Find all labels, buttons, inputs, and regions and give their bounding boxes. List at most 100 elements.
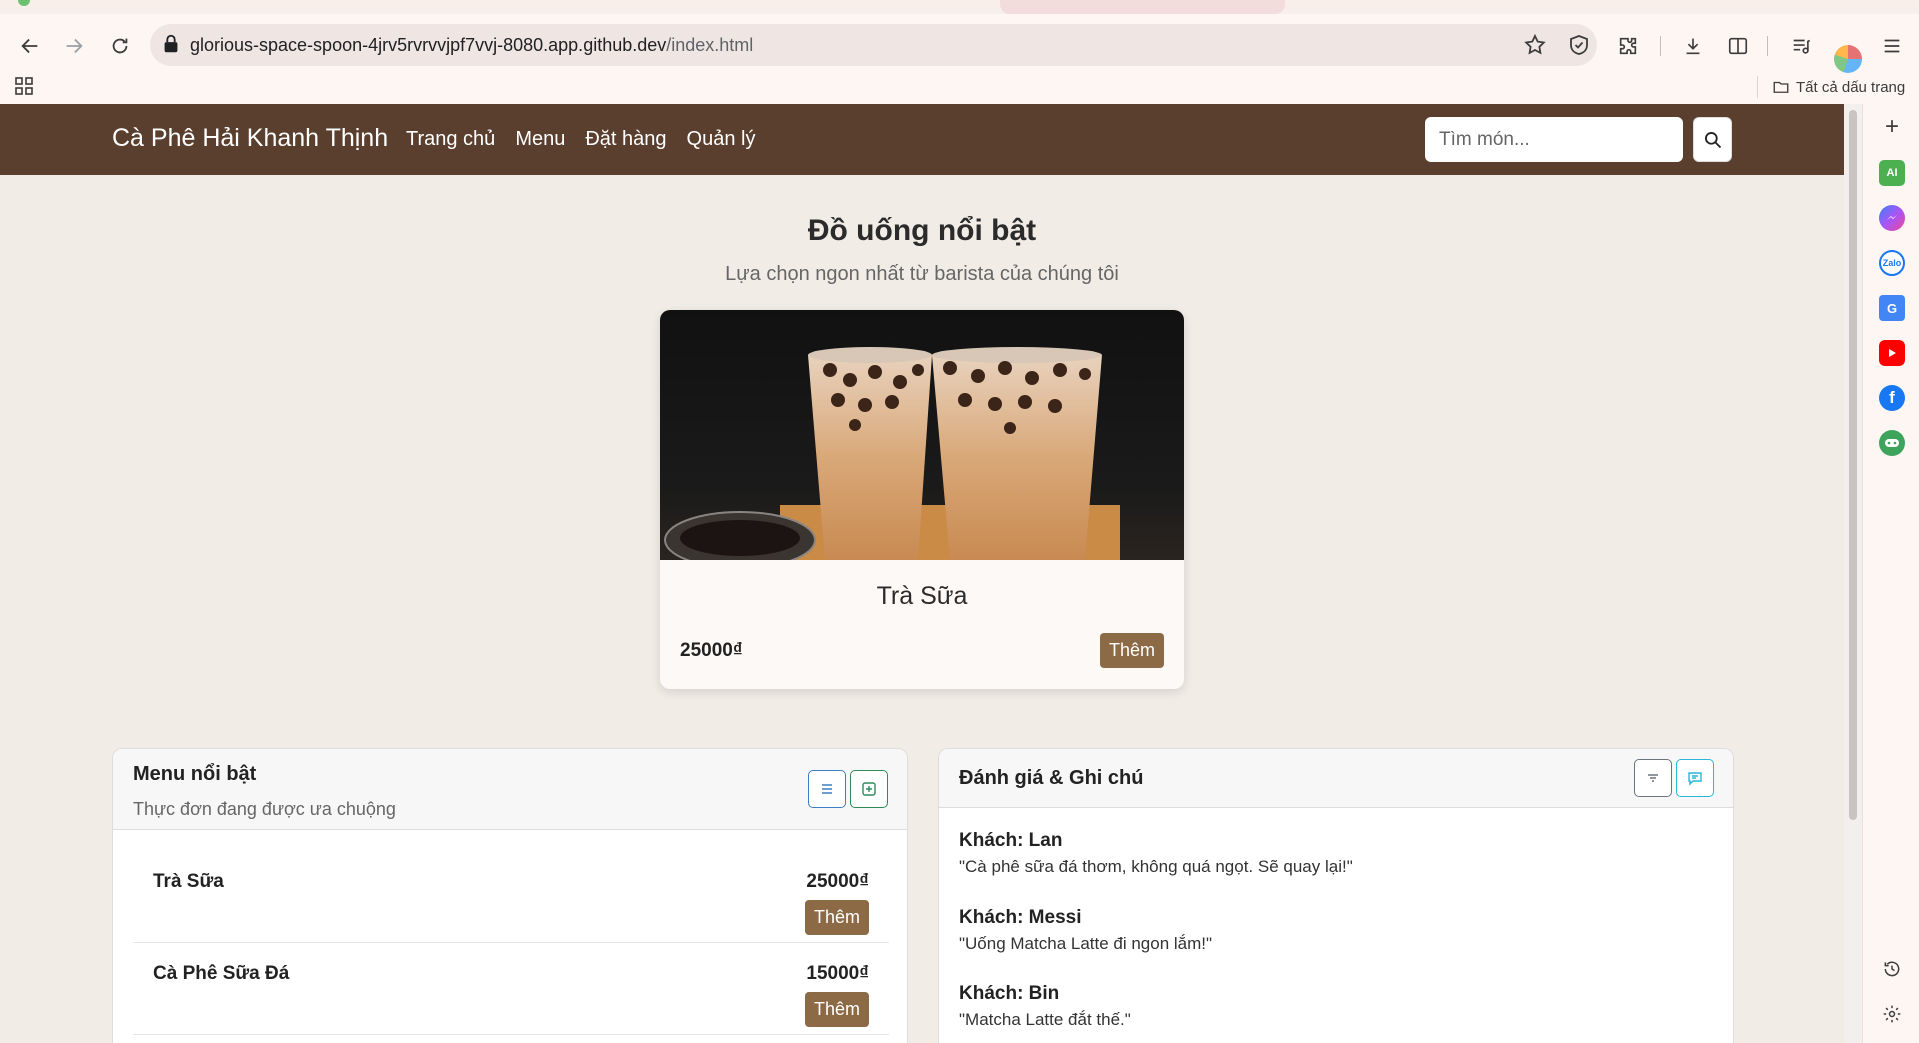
add-note-button[interactable] (1676, 759, 1714, 797)
bubble-tea-image (660, 310, 1184, 569)
plus-square-icon (862, 782, 876, 796)
reload-icon (112, 38, 128, 54)
puzzle-icon (1619, 37, 1637, 55)
game-icon[interactable] (1879, 430, 1905, 456)
menu-button[interactable] (1876, 30, 1908, 62)
chat-icon (1688, 772, 1702, 786)
review-text: "Cà phê sữa đá thơm, không quá ngọt. Sẽ … (959, 857, 1353, 876)
page-scrollbar[interactable] (1844, 104, 1862, 1043)
list-icon (822, 784, 832, 794)
back-arrow-icon (21, 38, 38, 54)
menu-item: Cà Phê Sữa Đá 15000₫ Thêm (133, 943, 889, 1035)
search-icon (1704, 131, 1721, 148)
bookmarks-bar: Tất cả dấu trang (0, 74, 1919, 104)
search-input[interactable] (1425, 117, 1683, 162)
url-text[interactable]: glorious-space-spoon-4jrv5rvrvvjpf7vvj-8… (190, 35, 753, 56)
toolbar-divider (1767, 36, 1768, 56)
toolbar-divider (1660, 36, 1661, 56)
lock-icon[interactable] (160, 33, 182, 55)
messenger-icon[interactable] (1879, 205, 1905, 231)
page-viewport: Cà Phê Hải Khanh Thịnh Trang chủ Menu Đặ… (0, 104, 1844, 1043)
all-bookmarks-label: Tất cả dấu trang (1796, 78, 1906, 96)
add-item-button[interactable] (850, 770, 888, 808)
zalo-icon[interactable]: Zalo (1879, 250, 1905, 276)
review-author: Khách: Messi (959, 907, 1082, 928)
filter-icon (1648, 774, 1658, 782)
split-view-icon (1728, 37, 1748, 55)
history-icon[interactable] (1879, 956, 1905, 982)
featured-drink-name: Trà Sữa (876, 582, 968, 610)
review-item: Khách: Bin "Matcha Latte đắt thế." (959, 983, 1131, 1030)
forward-button[interactable] (58, 30, 90, 62)
menu-item-price: 25000₫ (806, 871, 869, 892)
nav-admin[interactable]: Quản lý (687, 128, 756, 151)
browser-toolbar: glorious-space-spoon-4jrv5rvrvvjpf7vvj-8… (0, 14, 1919, 74)
menu-panel-header: Menu nổi bật Thực đơn đang được ưa chuộn… (113, 749, 907, 830)
hamburger-icon (1884, 39, 1900, 53)
nav-menu[interactable]: Menu (515, 128, 565, 151)
reviews-panel-header: Đánh giá & Ghi chú (939, 749, 1733, 808)
review-author: Khách: Bin (959, 983, 1060, 1004)
downloads-button[interactable] (1677, 30, 1709, 62)
review-item: Khách: Messi "Uống Matcha Latte đi ngon … (959, 907, 1212, 954)
bubble-tea-illustration (664, 347, 1120, 569)
youtube-icon[interactable] (1879, 340, 1905, 366)
menu-item-name: Cà Phê Sữa Đá (153, 963, 290, 984)
ai-chat-icon[interactable]: AI (1879, 160, 1905, 186)
folder-icon (1773, 81, 1789, 93)
tab-strip (0, 0, 1919, 14)
reviews-panel-title: Đánh giá & Ghi chú (959, 767, 1144, 789)
featured-drink-price: 25000₫ (680, 640, 743, 661)
menu-item: Trà Sữa 25000₫ Thêm (133, 851, 889, 943)
address-bar[interactable]: glorious-space-spoon-4jrv5rvrvvjpf7vvj-8… (150, 24, 1597, 66)
nav-links: Trang chủ Menu Đặt hàng Quản lý (406, 128, 755, 151)
featured-drink-card: Trà Sữa 25000₫ Thêm (660, 310, 1184, 689)
featured-subtitle: Lựa chọn ngon nhất từ barista của chúng … (725, 263, 1119, 285)
bookmark-star-icon[interactable] (1523, 33, 1547, 57)
facebook-icon[interactable]: f (1879, 385, 1905, 411)
media-controls-button[interactable] (1785, 30, 1817, 62)
list-view-button[interactable] (808, 770, 846, 808)
browser-side-panel: + AI Zalo G f (1862, 104, 1919, 1043)
download-icon (1686, 38, 1700, 55)
search-button[interactable] (1693, 117, 1732, 162)
site-navbar: Cà Phê Hải Khanh Thịnh Trang chủ Menu Đặ… (0, 104, 1844, 175)
nav-order[interactable]: Đặt hàng (585, 128, 666, 151)
featured-title: Đồ uống nổi bật (807, 214, 1037, 247)
back-button[interactable] (14, 30, 46, 62)
reload-button[interactable] (104, 30, 136, 62)
plus-icon[interactable]: + (1879, 113, 1905, 140)
menu-panel-subtitle: Thực đơn đang được ưa chuộng (133, 799, 396, 819)
menu-item-add-button[interactable]: Thêm (805, 992, 869, 1027)
menu-panel: Menu nổi bật Thực đơn đang được ưa chuộn… (112, 748, 908, 1043)
bookmarks-divider (1757, 76, 1758, 98)
split-view-button[interactable] (1722, 30, 1754, 62)
url-path: /index.html (666, 35, 754, 55)
translate-icon[interactable]: G (1879, 295, 1905, 321)
settings-icon[interactable] (1879, 1001, 1905, 1027)
extensions-button[interactable] (1612, 30, 1644, 62)
reviews-panel: Đánh giá & Ghi chú Khách: Lan "Cà phê sữ… (938, 748, 1734, 1043)
review-text: "Uống Matcha Latte đi ngon lắm!" (959, 934, 1213, 953)
scrollbar-thumb[interactable] (1849, 110, 1857, 820)
all-bookmarks-button[interactable]: Tất cả dấu trang (1772, 76, 1905, 98)
menu-item-name: Trà Sữa (153, 871, 224, 892)
shield-icon[interactable] (1567, 33, 1591, 57)
review-text: "Matcha Latte đắt thế." (959, 1010, 1131, 1029)
apps-grid-icon[interactable] (14, 76, 34, 96)
playlist-icon (1793, 39, 1811, 54)
featured-add-button[interactable]: Thêm (1100, 633, 1164, 668)
menu-item-price: 15000₫ (806, 963, 869, 984)
tab-favicon[interactable] (18, 0, 30, 6)
review-item: Khách: Lan "Cà phê sữa đá thơm, không qu… (959, 830, 1353, 877)
menu-item-add-button[interactable]: Thêm (805, 900, 869, 935)
forward-arrow-icon (66, 38, 83, 54)
profile-avatar[interactable] (1834, 45, 1862, 73)
url-host: glorious-space-spoon-4jrv5rvrvvjpf7vvj-8… (190, 35, 667, 55)
active-tab[interactable] (1000, 0, 1285, 14)
menu-panel-title: Menu nổi bật (133, 763, 257, 785)
site-brand[interactable]: Cà Phê Hải Khanh Thịnh (112, 124, 388, 153)
nav-home[interactable]: Trang chủ (406, 128, 495, 151)
review-author: Khách: Lan (959, 830, 1063, 851)
filter-button[interactable] (1634, 759, 1672, 797)
